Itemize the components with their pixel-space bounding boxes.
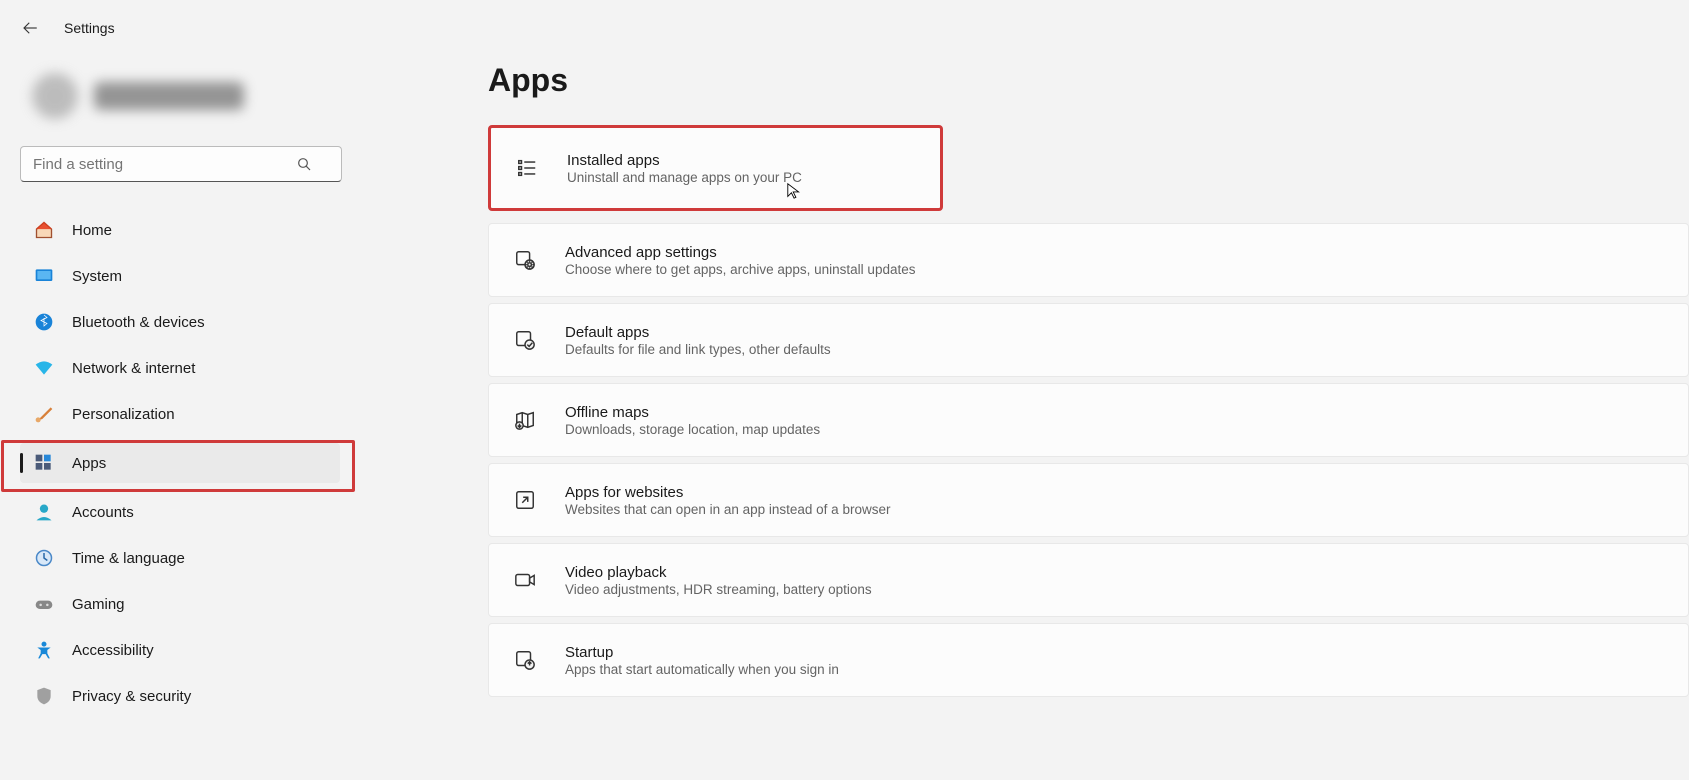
- card-title: Startup: [565, 644, 839, 661]
- sidebar-item-home[interactable]: Home: [20, 210, 340, 250]
- card-desc: Apps that start automatically when you s…: [565, 662, 839, 677]
- sidebar-item-privacy[interactable]: Privacy & security: [20, 676, 340, 716]
- sidebar-item-label: Gaming: [72, 596, 125, 613]
- system-icon: [34, 266, 54, 286]
- sidebar: Home System Bluetooth & devices Network …: [0, 56, 360, 780]
- page-title: Apps: [488, 62, 1689, 99]
- sidebar-item-system[interactable]: System: [20, 256, 340, 296]
- app-title: Settings: [64, 20, 115, 36]
- card-desc: Choose where to get apps, archive apps, …: [565, 262, 915, 277]
- highlight-apps-nav: Apps: [1, 440, 355, 492]
- paintbrush-icon: [34, 404, 54, 424]
- sidebar-item-accounts[interactable]: Accounts: [20, 492, 340, 532]
- card-startup[interactable]: Startup Apps that start automatically wh…: [488, 623, 1689, 697]
- sidebar-item-label: Accounts: [72, 504, 134, 521]
- sidebar-item-label: Time & language: [72, 550, 185, 567]
- card-desc: Defaults for file and link types, other …: [565, 342, 831, 357]
- sidebar-item-gaming[interactable]: Gaming: [20, 584, 340, 624]
- video-icon: [513, 568, 537, 592]
- avatar: [32, 73, 78, 119]
- card-installed-apps[interactable]: Installed apps Uninstall and manage apps…: [491, 128, 940, 208]
- sidebar-item-label: Apps: [72, 455, 106, 472]
- person-icon: [34, 502, 54, 522]
- card-desc: Downloads, storage location, map updates: [565, 422, 820, 437]
- sidebar-item-label: Accessibility: [72, 642, 154, 659]
- back-button[interactable]: [18, 16, 42, 40]
- app-gear-icon: [513, 248, 537, 272]
- card-title: Installed apps: [567, 152, 802, 169]
- card-advanced-app-settings[interactable]: Advanced app settings Choose where to ge…: [488, 223, 1689, 297]
- card-title: Apps for websites: [565, 484, 890, 501]
- arrow-left-icon: [21, 19, 39, 37]
- sidebar-item-apps[interactable]: Apps: [20, 443, 340, 483]
- search-wrap: [20, 146, 340, 182]
- card-title: Advanced app settings: [565, 244, 915, 261]
- shield-icon: [34, 686, 54, 706]
- sidebar-item-label: Privacy & security: [72, 688, 191, 705]
- sidebar-item-label: System: [72, 268, 122, 285]
- card-desc: Websites that can open in an app instead…: [565, 502, 890, 517]
- card-title: Offline maps: [565, 404, 820, 421]
- card-apps-for-websites[interactable]: Apps for websites Websites that can open…: [488, 463, 1689, 537]
- accessibility-icon: [34, 640, 54, 660]
- home-icon: [34, 220, 54, 240]
- card-default-apps[interactable]: Default apps Defaults for file and link …: [488, 303, 1689, 377]
- user-profile[interactable]: [20, 66, 340, 126]
- card-desc: Video adjustments, HDR streaming, batter…: [565, 582, 872, 597]
- sidebar-item-accessibility[interactable]: Accessibility: [20, 630, 340, 670]
- card-title: Default apps: [565, 324, 831, 341]
- sidebar-item-label: Home: [72, 222, 112, 239]
- apps-icon: [34, 453, 54, 473]
- highlight-installed-apps: Installed apps Uninstall and manage apps…: [488, 125, 943, 211]
- sidebar-item-bluetooth[interactable]: Bluetooth & devices: [20, 302, 340, 342]
- search-input[interactable]: [20, 146, 342, 182]
- sidebar-item-label: Personalization: [72, 406, 175, 423]
- sidebar-item-network[interactable]: Network & internet: [20, 348, 340, 388]
- startup-icon: [513, 648, 537, 672]
- open-app-icon: [513, 488, 537, 512]
- wifi-icon: [34, 358, 54, 378]
- card-offline-maps[interactable]: Offline maps Downloads, storage location…: [488, 383, 1689, 457]
- sidebar-item-personalization[interactable]: Personalization: [20, 394, 340, 434]
- clock-globe-icon: [34, 548, 54, 568]
- title-bar: Settings: [0, 0, 1689, 56]
- profile-name-blurred: [94, 82, 244, 110]
- sidebar-item-label: Network & internet: [72, 360, 195, 377]
- sidebar-item-label: Bluetooth & devices: [72, 314, 205, 331]
- sidebar-item-time-language[interactable]: Time & language: [20, 538, 340, 578]
- bluetooth-icon: [34, 312, 54, 332]
- card-video-playback[interactable]: Video playback Video adjustments, HDR st…: [488, 543, 1689, 617]
- list-icon: [515, 156, 539, 180]
- card-desc: Uninstall and manage apps on your PC: [567, 170, 802, 185]
- card-title: Video playback: [565, 564, 872, 581]
- settings-cards: Installed apps Uninstall and manage apps…: [488, 125, 1689, 697]
- gaming-icon: [34, 594, 54, 614]
- default-apps-icon: [513, 328, 537, 352]
- map-icon: [513, 408, 537, 432]
- main-content: Apps Installed apps Uninstall and manage…: [360, 56, 1689, 780]
